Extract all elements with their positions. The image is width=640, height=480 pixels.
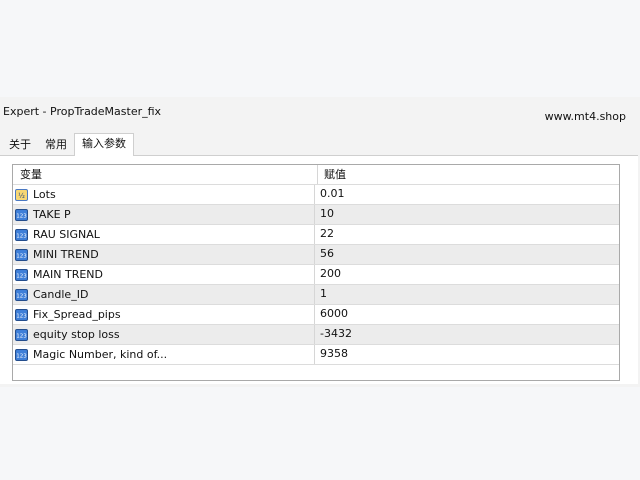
window-title: Expert - PropTradeMaster_fix <box>3 105 162 118</box>
integer-icon: 123 <box>15 288 28 301</box>
table-row-equity-stop-loss[interactable]: 123 equity stop loss -3432 <box>13 324 619 344</box>
fraction-icon: ½ <box>15 188 28 201</box>
parameter-name: Candle_ID <box>33 287 89 301</box>
table-row-mini-trend[interactable]: 123 MINI TREND 56 <box>13 244 619 264</box>
parameters-grid: 变量 赋值 ½ Lots 0.01 123 TAKE P 10 123 RAU … <box>12 164 620 381</box>
parameter-name: Magic Number, kind of... <box>33 347 168 361</box>
column-header-variable[interactable]: 变量 <box>13 165 318 184</box>
expert-properties-window: Expert - PropTradeMaster_fix www.mt4.sho… <box>0 97 640 387</box>
parameter-value[interactable]: 1 <box>315 285 327 304</box>
svg-text:123: 123 <box>16 313 27 319</box>
table-row-main-trend[interactable]: 123 MAIN TREND 200 <box>13 264 619 284</box>
svg-text:123: 123 <box>16 233 27 239</box>
svg-text:½: ½ <box>18 192 25 200</box>
parameter-value[interactable]: 10 <box>315 205 334 224</box>
tab-common[interactable]: 常用 <box>38 135 74 155</box>
tab-about[interactable]: 关于 <box>2 135 38 155</box>
table-row-magic-number[interactable]: 123 Magic Number, kind of... 9358 <box>13 344 619 364</box>
parameter-name: MAIN TREND <box>33 267 103 281</box>
inputs-panel: 变量 赋值 ½ Lots 0.01 123 TAKE P 10 123 RAU … <box>0 155 638 384</box>
svg-text:123: 123 <box>16 353 27 359</box>
svg-text:123: 123 <box>16 213 27 219</box>
parameter-name: Lots <box>33 187 56 201</box>
svg-text:123: 123 <box>16 293 27 299</box>
parameter-value[interactable]: 6000 <box>315 305 348 324</box>
parameter-value[interactable]: 200 <box>315 265 341 284</box>
parameter-value[interactable]: 9358 <box>315 345 348 364</box>
integer-icon: 123 <box>15 208 28 221</box>
parameter-name: equity stop loss <box>33 327 120 341</box>
parameter-name-cell: 123 MAIN TREND <box>13 265 315 284</box>
integer-icon: 123 <box>15 228 28 241</box>
parameter-value[interactable]: -3432 <box>315 325 352 344</box>
grid-bottom-divider <box>13 364 619 365</box>
parameter-name-cell: 123 TAKE P <box>13 205 315 224</box>
parameter-name-cell: 123 MINI TREND <box>13 245 315 264</box>
grid-header: 变量 赋值 <box>13 165 619 184</box>
table-row-take-p[interactable]: 123 TAKE P 10 <box>13 204 619 224</box>
integer-icon: 123 <box>15 328 28 341</box>
parameter-name-cell: 123 Magic Number, kind of... <box>13 345 315 364</box>
parameter-name: RAU SIGNAL <box>33 227 100 241</box>
parameter-name-cell: ½ Lots <box>13 185 315 204</box>
integer-icon: 123 <box>15 348 28 361</box>
parameter-name-cell: 123 Candle_ID <box>13 285 315 304</box>
integer-icon: 123 <box>15 268 28 281</box>
integer-icon: 123 <box>15 248 28 261</box>
parameter-name: MINI TREND <box>33 247 99 261</box>
table-row-candle-id[interactable]: 123 Candle_ID 1 <box>13 284 619 304</box>
integer-icon: 123 <box>15 308 28 321</box>
parameter-value[interactable]: 56 <box>315 245 334 264</box>
table-row-fix-spread-pips[interactable]: 123 Fix_Spread_pips 6000 <box>13 304 619 324</box>
svg-text:123: 123 <box>16 333 27 339</box>
column-header-value[interactable]: 赋值 <box>318 165 346 184</box>
parameter-name-cell: 123 equity stop loss <box>13 325 315 344</box>
parameter-value[interactable]: 0.01 <box>315 185 345 204</box>
parameter-name: TAKE P <box>33 207 71 221</box>
table-row-lots[interactable]: ½ Lots 0.01 <box>13 184 619 204</box>
parameter-name: Fix_Spread_pips <box>33 307 121 321</box>
svg-text:123: 123 <box>16 253 27 259</box>
svg-text:123: 123 <box>16 273 27 279</box>
table-row-rau-signal[interactable]: 123 RAU SIGNAL 22 <box>13 224 619 244</box>
parameter-name-cell: 123 RAU SIGNAL <box>13 225 315 244</box>
watermark-text: www.mt4.shop <box>544 110 626 123</box>
parameter-name-cell: 123 Fix_Spread_pips <box>13 305 315 324</box>
parameter-value[interactable]: 22 <box>315 225 334 244</box>
tab-inputs[interactable]: 输入参数 <box>74 133 134 156</box>
tab-bar: 关于 常用 输入参数 <box>2 133 134 156</box>
